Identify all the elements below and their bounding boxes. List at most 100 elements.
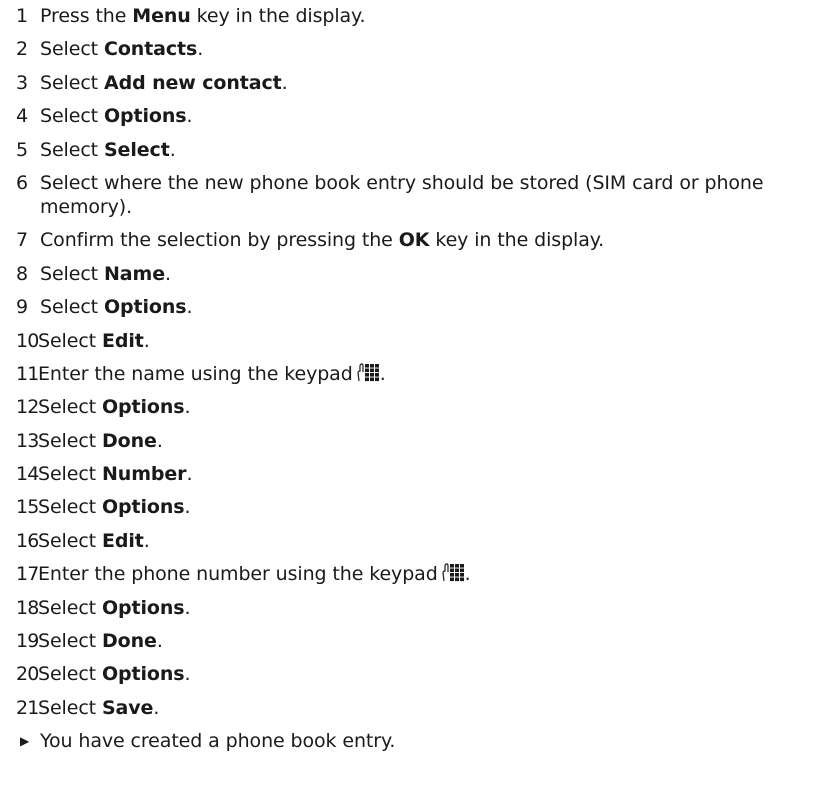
- step-text: Select Save.: [38, 696, 808, 720]
- step-item: 11 Enter the name using the keypad.: [16, 362, 814, 386]
- step-text: Select Done.: [38, 629, 808, 653]
- step-keyword: OK: [398, 229, 430, 252]
- step-text-prefix: Select: [40, 138, 104, 161]
- step-text-suffix: .: [153, 696, 160, 719]
- step-text: Select Options.: [38, 395, 808, 419]
- step-number: 19: [16, 630, 39, 653]
- step-number: 21: [16, 696, 39, 719]
- step-item: 14 Select Number.: [16, 462, 814, 486]
- step-plain-text: Enter the phone number using the keypad: [38, 563, 438, 586]
- step-item: 7 Confirm the selection by pressing the O…: [16, 228, 814, 252]
- step-number: 12: [16, 396, 39, 419]
- step-keyword: Done: [101, 630, 157, 653]
- step-text-suffix: .: [184, 596, 191, 619]
- step-text-suffix: .: [197, 38, 204, 61]
- step-item: 6 Select where the new phone book entry s…: [16, 171, 814, 219]
- step-number: 3: [16, 71, 28, 94]
- step-text-prefix: Select: [38, 696, 102, 719]
- step-text: Select where the new phone book entry sh…: [40, 171, 814, 219]
- step-text-prefix: Select: [38, 429, 102, 452]
- step-number: 17: [16, 563, 39, 586]
- result-line: ▶ You have created a phone book entry.: [16, 729, 814, 753]
- step-item: 20 Select Options.: [16, 662, 814, 686]
- instruction-document: 1 Press the Menu key in the display. 2 Sele…: [0, 0, 814, 753]
- step-number: 6: [16, 171, 28, 194]
- step-keyword: Options: [101, 596, 185, 619]
- step-text-prefix: Select: [38, 630, 102, 653]
- step-text-suffix: .: [156, 630, 163, 653]
- step-item: 15 Select Options.: [16, 495, 814, 519]
- step-number: 1: [16, 5, 28, 27]
- step-text-suffix: .: [184, 396, 191, 419]
- step-text-prefix: Select: [38, 329, 102, 352]
- keypad-icon: [442, 563, 464, 582]
- step-item: 12 Select Options.: [16, 395, 814, 419]
- step-text: Select Select.: [40, 138, 810, 162]
- step-number: 20: [16, 663, 39, 686]
- step-keyword: Options: [101, 663, 185, 686]
- step-number: 13: [16, 429, 39, 452]
- step-text-prefix: Select: [38, 463, 102, 486]
- step-text-prefix: Press the: [40, 5, 133, 27]
- step-text: Select Edit.: [38, 529, 808, 553]
- step-item: 17 Enter the phone number using the keypa…: [16, 562, 814, 586]
- step-item: 1 Press the Menu key in the display.: [16, 4, 814, 28]
- step-keyword: Edit: [101, 329, 144, 352]
- step-keyword: Edit: [101, 529, 144, 552]
- step-text: Select Number.: [38, 462, 808, 486]
- step-item: 5 Select Select.: [16, 138, 814, 162]
- step-item: 19 Select Done.: [16, 629, 814, 653]
- step-text: Select Done.: [38, 429, 808, 453]
- step-text-prefix: Select: [38, 663, 102, 686]
- step-number: 10: [16, 329, 39, 352]
- step-text: Select Contacts.: [40, 37, 810, 61]
- step-keyword: Contacts: [103, 38, 198, 61]
- step-text: Confirm the selection by pressing the OK…: [40, 228, 810, 252]
- step-text: Select Options.: [38, 596, 808, 620]
- step-keyword: Menu: [132, 5, 191, 27]
- step-text: Press the Menu key in the display.: [40, 4, 810, 28]
- step-text-suffix: .: [281, 71, 288, 94]
- step-item: 18 Select Options.: [16, 596, 814, 620]
- triangle-right-icon: ▶: [20, 734, 30, 749]
- step-number: 4: [16, 105, 28, 128]
- step-text-suffix: .: [186, 463, 193, 486]
- step-text-suffix: .: [464, 563, 471, 586]
- step-keyword: Options: [103, 105, 187, 128]
- step-text-suffix: key in the display.: [429, 229, 605, 252]
- step-item: 3 Select Add new contact.: [16, 71, 814, 95]
- step-number: 9: [16, 296, 28, 319]
- step-number: 7: [16, 229, 28, 252]
- step-item: 13 Select Done.: [16, 429, 814, 453]
- step-item: 2 Select Contacts.: [16, 37, 814, 61]
- step-text-prefix: Select: [40, 296, 104, 319]
- step-item: 21 Select Save.: [16, 696, 814, 720]
- step-text-prefix: Select: [40, 38, 104, 61]
- step-text-prefix: Confirm the selection by pressing the: [40, 229, 399, 252]
- step-text-prefix: Select: [40, 105, 104, 128]
- step-item: 10 Select Edit.: [16, 329, 814, 353]
- step-text: Select Options.: [38, 495, 808, 519]
- step-text-suffix: .: [186, 105, 193, 128]
- step-keyword: Add new contact: [103, 71, 282, 94]
- step-keyword: Options: [101, 396, 185, 419]
- step-text-suffix: .: [184, 663, 191, 686]
- step-item: 8 Select Name.: [16, 262, 814, 286]
- step-number: 5: [16, 138, 28, 161]
- step-plain-text: Select where the new phone book entry sh…: [40, 171, 764, 218]
- step-number: 15: [16, 496, 39, 519]
- step-text-suffix: .: [379, 362, 386, 385]
- step-text-suffix: .: [164, 262, 171, 285]
- step-keyword: Options: [103, 296, 187, 319]
- step-item: 9 Select Options.: [16, 295, 814, 319]
- step-text-prefix: Select: [40, 71, 104, 94]
- step-number: 11: [16, 362, 39, 385]
- step-item: 16 Select Edit.: [16, 529, 814, 553]
- step-text-prefix: Select: [38, 596, 102, 619]
- step-plain-text: Enter the name using the keypad: [38, 362, 353, 385]
- step-text-prefix: Select: [38, 396, 102, 419]
- step-text-suffix: .: [184, 496, 191, 519]
- step-text: Select Options.: [40, 104, 810, 128]
- step-number: 16: [16, 529, 39, 552]
- result-text: You have created a phone book entry.: [40, 730, 396, 753]
